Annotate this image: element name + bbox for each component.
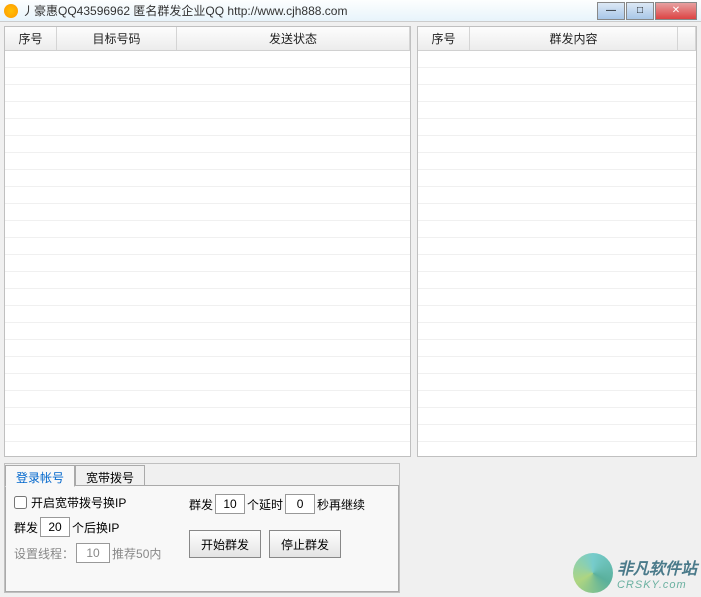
group-send-prefix: 群发 bbox=[14, 519, 38, 536]
main-content: 序号 目标号码 发送状态 序号 群发内容 登录帐号 宽带拨号 bbox=[0, 22, 701, 597]
table-row[interactable] bbox=[5, 221, 410, 238]
table-row[interactable] bbox=[418, 340, 696, 357]
table-row[interactable] bbox=[5, 68, 410, 85]
app-icon bbox=[4, 4, 18, 18]
table-row[interactable] bbox=[5, 204, 410, 221]
minimize-button[interactable]: — bbox=[597, 2, 625, 20]
table-row[interactable] bbox=[5, 85, 410, 102]
table-row[interactable] bbox=[418, 255, 696, 272]
table-row[interactable] bbox=[5, 289, 410, 306]
threads-row: 设置线程： 推荐50内 bbox=[14, 543, 179, 563]
titlebar: 丿豪惠QQ43596962 匿名群发企业QQ http://www.cjh888… bbox=[0, 0, 701, 22]
table-row[interactable] bbox=[5, 255, 410, 272]
group-send-suffix: 个后换IP bbox=[72, 519, 119, 536]
settings-panel: 登录帐号 宽带拨号 开启宽带拨号换IP 群发 个后换IP bbox=[4, 463, 400, 593]
col-target[interactable]: 目标号码 bbox=[57, 27, 177, 50]
col-status[interactable]: 发送状态 bbox=[177, 27, 410, 50]
threads-prefix: 设置线程： bbox=[14, 545, 74, 562]
table-row[interactable] bbox=[418, 153, 696, 170]
table-row[interactable] bbox=[5, 306, 410, 323]
right-table-body[interactable] bbox=[418, 51, 696, 456]
upper-panels: 序号 目标号码 发送状态 序号 群发内容 bbox=[4, 26, 697, 457]
enable-dial-label: 开启宽带拨号换IP bbox=[31, 494, 126, 511]
table-row[interactable] bbox=[418, 306, 696, 323]
left-table-header: 序号 目标号码 发送状态 bbox=[5, 27, 410, 51]
table-row[interactable] bbox=[418, 204, 696, 221]
col-seq-r[interactable]: 序号 bbox=[418, 27, 470, 50]
table-row[interactable] bbox=[418, 357, 696, 374]
table-row[interactable] bbox=[418, 238, 696, 255]
left-table-panel: 序号 目标号码 发送状态 bbox=[4, 26, 411, 457]
close-button[interactable]: ✕ bbox=[655, 2, 697, 20]
left-table-body[interactable] bbox=[5, 51, 410, 456]
table-row[interactable] bbox=[418, 289, 696, 306]
table-row[interactable] bbox=[5, 153, 410, 170]
table-row[interactable] bbox=[418, 221, 696, 238]
enable-dial-row: 开启宽带拨号换IP bbox=[14, 494, 179, 511]
delay-input[interactable] bbox=[285, 494, 315, 514]
right-table-panel: 序号 群发内容 bbox=[417, 26, 697, 457]
start-button[interactable]: 开始群发 bbox=[189, 530, 261, 558]
table-row[interactable] bbox=[418, 323, 696, 340]
delay-row: 群发 个延时 秒再继续 bbox=[189, 494, 365, 514]
delay-suffix: 秒再继续 bbox=[317, 496, 365, 513]
table-row[interactable] bbox=[418, 102, 696, 119]
enable-dial-checkbox[interactable] bbox=[14, 496, 27, 509]
group-send-input[interactable] bbox=[40, 517, 70, 537]
table-row[interactable] bbox=[5, 374, 410, 391]
table-row[interactable] bbox=[418, 272, 696, 289]
top-group-prefix: 群发 bbox=[189, 496, 213, 513]
table-row[interactable] bbox=[418, 425, 696, 442]
table-row[interactable] bbox=[5, 272, 410, 289]
table-row[interactable] bbox=[5, 119, 410, 136]
window-controls: — □ ✕ bbox=[597, 2, 697, 20]
stop-button[interactable]: 停止群发 bbox=[269, 530, 341, 558]
table-row[interactable] bbox=[418, 51, 696, 68]
table-row[interactable] bbox=[418, 408, 696, 425]
tab-login[interactable]: 登录帐号 bbox=[5, 465, 75, 487]
table-row[interactable] bbox=[418, 136, 696, 153]
table-row[interactable] bbox=[418, 170, 696, 187]
group-send-row: 群发 个后换IP bbox=[14, 517, 179, 537]
right-table-header: 序号 群发内容 bbox=[418, 27, 696, 51]
table-row[interactable] bbox=[5, 238, 410, 255]
table-row[interactable] bbox=[418, 187, 696, 204]
col-spacer bbox=[678, 27, 696, 50]
table-row[interactable] bbox=[5, 102, 410, 119]
col-content[interactable]: 群发内容 bbox=[470, 27, 678, 50]
tab-dial[interactable]: 宽带拨号 bbox=[75, 465, 145, 487]
table-row[interactable] bbox=[418, 374, 696, 391]
button-row: 开始群发 停止群发 bbox=[189, 530, 365, 558]
table-row[interactable] bbox=[5, 442, 410, 456]
maximize-button[interactable]: □ bbox=[626, 2, 654, 20]
delay-label: 个延时 bbox=[247, 496, 283, 513]
table-row[interactable] bbox=[418, 391, 696, 408]
threads-input[interactable] bbox=[76, 543, 110, 563]
table-row[interactable] bbox=[5, 136, 410, 153]
tabs: 登录帐号 宽带拨号 bbox=[5, 464, 399, 486]
window-title: 丿豪惠QQ43596962 匿名群发企业QQ http://www.cjh888… bbox=[22, 2, 597, 19]
table-row[interactable] bbox=[418, 119, 696, 136]
lower-area: 登录帐号 宽带拨号 开启宽带拨号换IP 群发 个后换IP bbox=[4, 463, 697, 593]
table-row[interactable] bbox=[418, 85, 696, 102]
table-row[interactable] bbox=[5, 170, 410, 187]
threads-hint: 推荐50内 bbox=[112, 545, 161, 562]
table-row[interactable] bbox=[5, 51, 410, 68]
table-row[interactable] bbox=[5, 357, 410, 374]
table-row[interactable] bbox=[418, 68, 696, 85]
table-row[interactable] bbox=[418, 442, 696, 456]
table-row[interactable] bbox=[5, 340, 410, 357]
table-row[interactable] bbox=[5, 391, 410, 408]
table-row[interactable] bbox=[5, 187, 410, 204]
col-seq[interactable]: 序号 bbox=[5, 27, 57, 50]
table-row[interactable] bbox=[5, 323, 410, 340]
top-group-input[interactable] bbox=[215, 494, 245, 514]
tab-content: 开启宽带拨号换IP 群发 个后换IP 设置线程： 推荐50内 bbox=[5, 485, 399, 592]
table-row[interactable] bbox=[5, 408, 410, 425]
table-row[interactable] bbox=[5, 425, 410, 442]
